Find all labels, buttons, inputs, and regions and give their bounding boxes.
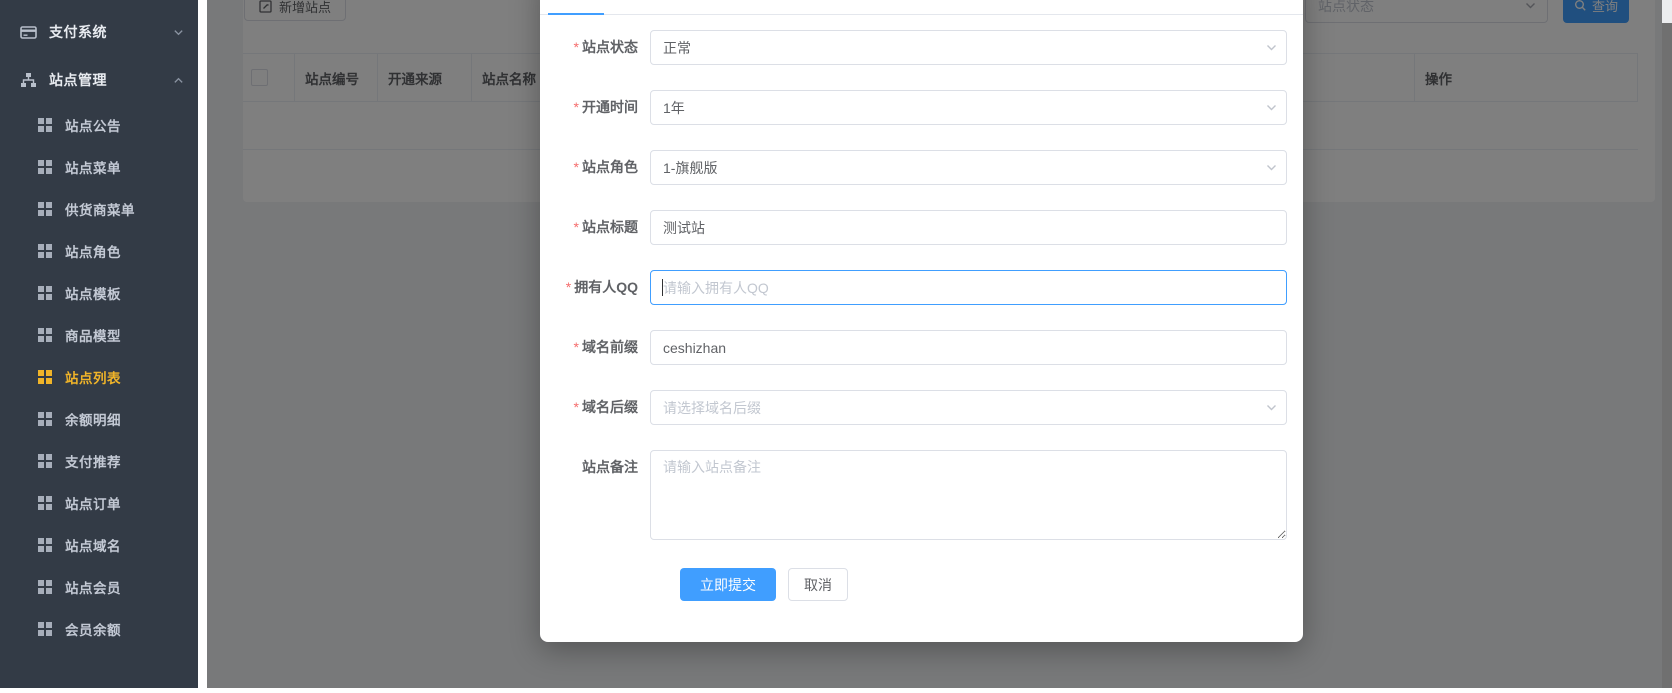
grid-icon (38, 412, 52, 426)
grid-icon (38, 370, 52, 384)
tab-login-info[interactable]: 登录信息 (648, 0, 704, 14)
grid-icon (38, 328, 52, 342)
form-row-domain-prefix: * 域名前缀 (548, 330, 1287, 365)
chevron-down-icon (173, 27, 184, 38)
site-title-input[interactable] (650, 210, 1287, 245)
grid-icon (38, 538, 52, 552)
required-mark: * (573, 339, 579, 355)
sidebar-item-site-order[interactable]: 站点订单 (0, 482, 198, 524)
sidebar-item-payment-recommend[interactable]: 支付推荐 (0, 440, 198, 482)
grid-icon (38, 244, 52, 258)
sidebar-item-site-role[interactable]: 站点角色 (0, 230, 198, 272)
add-site-modal: 站点信息 登录信息 *站点状态 正常 *开通时间 (540, 0, 1303, 642)
sidebar-item-site-list[interactable]: 站点列表 (0, 356, 198, 398)
sidebar-item-site-member[interactable]: 站点会员 (0, 566, 198, 608)
grid-icon (38, 118, 52, 132)
chevron-down-icon (1265, 101, 1278, 114)
form-row-site-status: * 站点状态 正常 (548, 30, 1287, 65)
sidebar-item-site-menu[interactable]: 站点菜单 (0, 146, 198, 188)
site-status-select[interactable]: 正常 (650, 30, 1287, 65)
site-role-select[interactable]: 1-旗舰版 (650, 150, 1287, 185)
sidebar-group-payment-system[interactable]: 支付系统 (0, 8, 198, 56)
domain-prefix-input[interactable] (650, 330, 1287, 365)
sidebar-item-supplier-menu[interactable]: 供货商菜单 (0, 188, 198, 230)
grid-icon (38, 580, 52, 594)
sidebar-item-site-template[interactable]: 站点模板 (0, 272, 198, 314)
chevron-down-icon (1265, 161, 1278, 174)
required-mark: * (573, 399, 579, 415)
form-row-site-remark: 站点备注 (548, 450, 1287, 545)
grid-icon (38, 622, 52, 636)
sidebar-item-site-announcement[interactable]: 站点公告 (0, 104, 198, 146)
modal-tabs: 站点信息 登录信息 (540, 0, 1303, 15)
sidebar: 支付系统 站点管理 站点公告 站点菜单 供货商菜单 站点角色 站点模板 商品模型… (0, 0, 198, 688)
form-row-domain-suffix: * 域名后缀 请选择域名后缀 (548, 390, 1287, 425)
scrollbar-thumb[interactable] (1662, 23, 1672, 688)
required-mark: * (573, 159, 579, 175)
sidebar-item-balance-detail[interactable]: 余额明细 (0, 398, 198, 440)
form-row-site-role: * 站点角色 1-旗舰版 (548, 150, 1287, 185)
submit-button[interactable]: 立即提交 (680, 568, 776, 601)
sitemap-icon (20, 72, 37, 89)
chevron-up-icon (173, 75, 184, 86)
grid-icon (38, 454, 52, 468)
sidebar-group-label: 支付系统 (49, 24, 107, 40)
chevron-down-icon (1265, 401, 1278, 414)
form-row-owner-qq: * 拥有人QQ (548, 270, 1287, 305)
grid-icon (38, 496, 52, 510)
required-mark: * (573, 39, 579, 55)
required-mark: * (573, 219, 579, 235)
site-remark-textarea[interactable] (650, 450, 1287, 540)
modal-form: * 站点状态 正常 * 开通时间 1年 * 站点角色 1-旗舰版 * 站点标题 … (540, 15, 1303, 601)
required-mark: * (573, 99, 579, 115)
grid-icon (38, 286, 52, 300)
text-cursor (662, 279, 663, 296)
sidebar-item-product-model[interactable]: 商品模型 (0, 314, 198, 356)
app-window: 支付系统 站点管理 站点公告 站点菜单 供货商菜单 站点角色 站点模板 商品模型… (0, 0, 1672, 693)
required-mark: * (565, 279, 572, 295)
page-scrollbar[interactable] (1662, 0, 1672, 688)
form-row-site-title: * 站点标题 (548, 210, 1287, 245)
sidebar-group-site-management[interactable]: 站点管理 (0, 56, 198, 104)
sidebar-group-label: 站点管理 (49, 72, 107, 88)
domain-suffix-select[interactable]: 请选择域名后缀 (650, 390, 1287, 425)
tab-site-info[interactable]: 站点信息 (548, 0, 604, 15)
modal-actions: 立即提交 取消 (680, 568, 1287, 601)
sidebar-item-member-balance[interactable]: 会员余额 (0, 608, 198, 650)
activation-time-select[interactable]: 1年 (650, 90, 1287, 125)
credit-card-icon (20, 24, 37, 41)
form-row-activation-time: * 开通时间 1年 (548, 90, 1287, 125)
sidebar-item-site-domain[interactable]: 站点域名 (0, 524, 198, 566)
chevron-down-icon (1265, 41, 1278, 54)
grid-icon (38, 160, 52, 174)
cancel-button[interactable]: 取消 (788, 568, 848, 601)
grid-icon (38, 202, 52, 216)
owner-qq-input[interactable] (650, 270, 1287, 305)
